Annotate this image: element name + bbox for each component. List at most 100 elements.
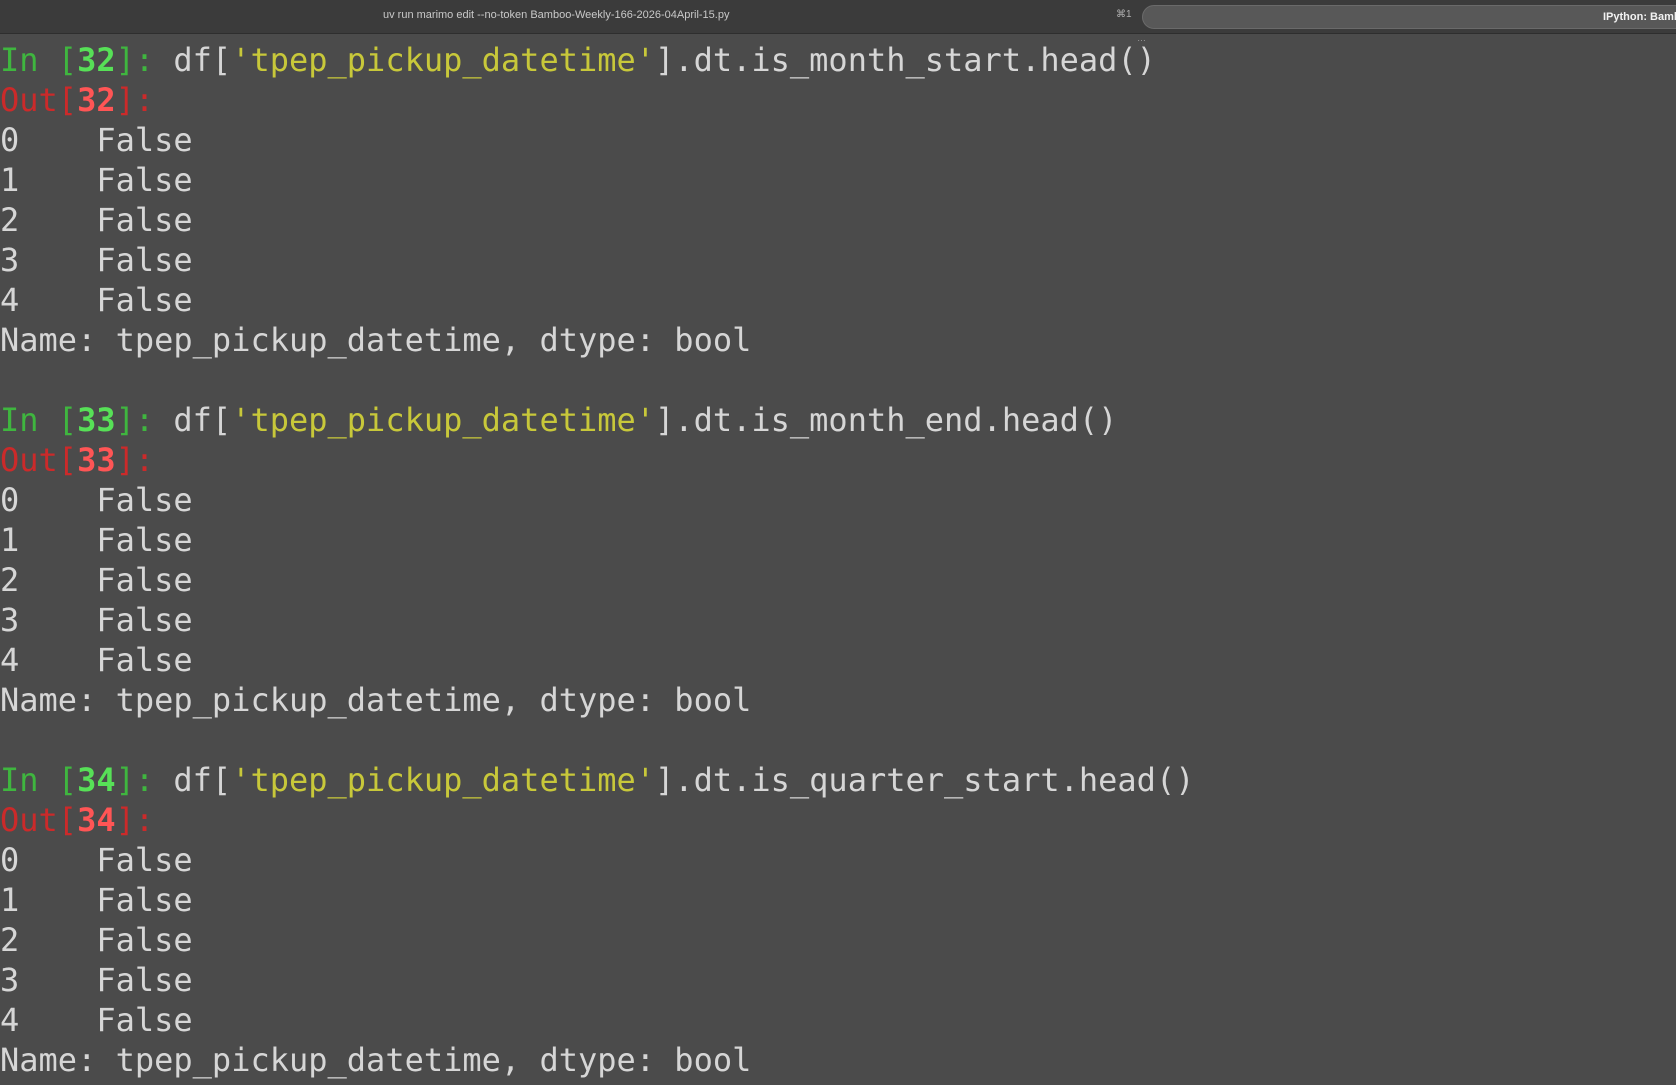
in-prompt-bracket: [ <box>38 401 78 439</box>
input-line[interactable]: In [34]: df['tpep_pickup_datetime'].dt.i… <box>0 760 1676 800</box>
series-index: 1 <box>0 521 20 559</box>
out-prompt-number: 33 <box>77 441 116 479</box>
out-prompt-bracket: ]: <box>115 81 155 119</box>
series-row: 2 False <box>0 200 1676 240</box>
tab-marimo[interactable]: uv run marimo edit --no-token Bamboo-Wee… <box>0 0 1142 33</box>
series-index: 2 <box>0 921 20 959</box>
series-index: 3 <box>0 241 20 279</box>
code-suffix: ].dt.is_month_end.head() <box>655 401 1118 439</box>
in-prompt-bracket: ]: <box>115 401 174 439</box>
series-value: False <box>96 481 193 519</box>
in-prompt-number: 34 <box>77 761 116 799</box>
tab-shortcut-label: ⌘1 <box>1116 9 1132 20</box>
series-value: False <box>96 1001 193 1039</box>
series-footer: Name: tpep_pickup_datetime, dtype: bool <box>0 321 752 359</box>
out-prompt-number: 32 <box>77 81 116 119</box>
ipython-console[interactable]: In [32]: df['tpep_pickup_datetime'].dt.i… <box>0 40 1676 1080</box>
series-value: False <box>96 921 193 959</box>
in-prompt-bracket: ]: <box>115 761 174 799</box>
series-spacer <box>19 841 96 879</box>
series-spacer <box>19 601 96 639</box>
series-value: False <box>96 161 193 199</box>
out-prompt-number: 34 <box>77 801 116 839</box>
series-spacer <box>19 561 96 599</box>
in-prompt-label: In <box>0 41 39 79</box>
series-row: 2 False <box>0 920 1676 960</box>
code-suffix: ].dt.is_month_start.head() <box>655 41 1156 79</box>
out-prompt-label: Out <box>0 81 58 119</box>
series-spacer <box>19 1001 96 1039</box>
series-value: False <box>96 841 193 879</box>
series-row: 2 False <box>0 560 1676 600</box>
code-suffix: ].dt.is_quarter_start.head() <box>655 761 1195 799</box>
series-spacer <box>19 121 96 159</box>
series-spacer <box>19 161 96 199</box>
series-index: 4 <box>0 641 20 679</box>
tab-marimo-title: uv run marimo edit --no-token Bamboo-Wee… <box>383 9 730 21</box>
out-prompt-label: Out <box>0 801 58 839</box>
out-prompt-bracket: [ <box>57 441 78 479</box>
out-prompt-bracket: ]: <box>115 801 155 839</box>
input-line[interactable]: In [33]: df['tpep_pickup_datetime'].dt.i… <box>0 400 1676 440</box>
series-value: False <box>96 961 193 999</box>
series-value: False <box>96 521 193 559</box>
series-value: False <box>96 201 193 239</box>
series-value: False <box>96 281 193 319</box>
series-index: 1 <box>0 161 20 199</box>
series-spacer <box>19 641 96 679</box>
terminal-window: uv run marimo edit --no-token Bamboo-Wee… <box>0 0 1676 1085</box>
tab-ipython-title: IPython: Bamb <box>1603 11 1676 23</box>
out-prompt-bracket: [ <box>57 81 78 119</box>
series-spacer <box>19 921 96 959</box>
series-index: 3 <box>0 961 20 999</box>
series-row: 4 False <box>0 640 1676 680</box>
series-index: 4 <box>0 1001 20 1039</box>
code-string-literal: 'tpep_pickup_datetime' <box>231 41 656 79</box>
series-index: 0 <box>0 841 20 879</box>
series-row: 0 False <box>0 480 1676 520</box>
series-spacer <box>19 961 96 999</box>
code-string-literal: 'tpep_pickup_datetime' <box>231 401 656 439</box>
series-row: 1 False <box>0 880 1676 920</box>
series-row: 4 False <box>0 1000 1676 1040</box>
series-row: 1 False <box>0 160 1676 200</box>
series-spacer <box>19 281 96 319</box>
output-prompt-line: Out[32]: <box>0 80 1676 120</box>
code-prefix: df[ <box>173 761 232 799</box>
series-row: 4 False <box>0 280 1676 320</box>
tab-ipython[interactable]: IPython: Bamb <box>1142 5 1676 29</box>
in-prompt-label: In <box>0 761 39 799</box>
series-value: False <box>96 121 193 159</box>
series-index: 2 <box>0 201 20 239</box>
series-index: 0 <box>0 481 20 519</box>
series-spacer <box>19 201 96 239</box>
series-spacer <box>19 521 96 559</box>
series-index: 0 <box>0 121 20 159</box>
input-line[interactable]: In [32]: df['tpep_pickup_datetime'].dt.i… <box>0 40 1676 80</box>
code-prefix: df[ <box>173 41 232 79</box>
output-prompt-line: Out[33]: <box>0 440 1676 480</box>
in-prompt-label: In <box>0 401 39 439</box>
out-prompt-bracket: [ <box>57 801 78 839</box>
series-spacer <box>19 881 96 919</box>
series-index: 1 <box>0 881 20 919</box>
in-prompt-bracket: [ <box>38 761 78 799</box>
series-row: 3 False <box>0 240 1676 280</box>
out-prompt-bracket: ]: <box>115 441 155 479</box>
series-row: 0 False <box>0 840 1676 880</box>
series-value: False <box>96 641 193 679</box>
in-prompt-bracket: ]: <box>115 41 174 79</box>
series-row: 3 False <box>0 600 1676 640</box>
series-row: 3 False <box>0 960 1676 1000</box>
series-index: 4 <box>0 281 20 319</box>
series-row: 1 False <box>0 520 1676 560</box>
series-spacer <box>19 241 96 279</box>
in-prompt-number: 32 <box>77 41 116 79</box>
series-value: False <box>96 241 193 279</box>
out-prompt-label: Out <box>0 441 58 479</box>
code-string-literal: 'tpep_pickup_datetime' <box>231 761 656 799</box>
series-value: False <box>96 881 193 919</box>
series-index: 3 <box>0 601 20 639</box>
code-prefix: df[ <box>173 401 232 439</box>
